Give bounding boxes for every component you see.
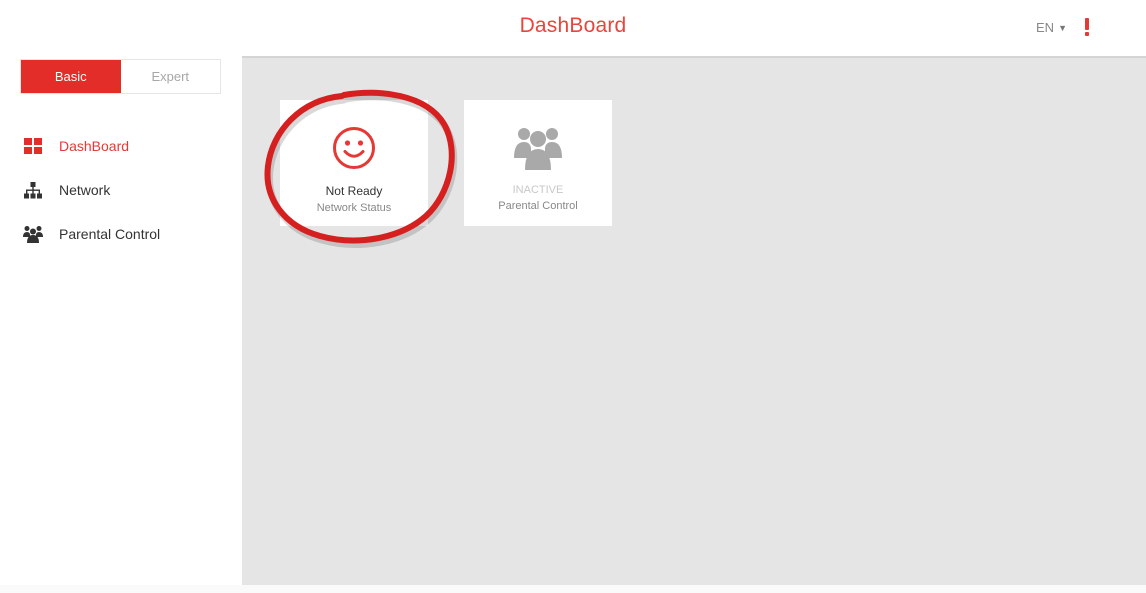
parental-control-icon [22, 224, 44, 244]
network-status-caption: Network Status [317, 202, 392, 214]
sidebar-item-parental-control[interactable]: Parental Control [0, 212, 242, 256]
parental-control-tile[interactable]: INACTIVE Parental Control [464, 100, 612, 226]
network-icon [22, 180, 44, 200]
sidebar-item-label: DashBoard [59, 138, 129, 154]
network-status-tile[interactable]: Not Ready Network Status [280, 100, 428, 226]
main-content: Not Ready Network Status INACTIVE Parent… [242, 56, 1146, 593]
sidebar-item-label: Network [59, 182, 110, 198]
parental-control-caption: Parental Control [498, 200, 578, 212]
sidebar-item-dashboard[interactable]: DashBoard [0, 124, 242, 168]
expert-mode-button[interactable]: Expert [121, 60, 221, 93]
parental-control-status: INACTIVE [513, 184, 564, 196]
top-header: DashBoard EN ▼ [0, 0, 1146, 56]
sidebar-item-network[interactable]: Network [0, 168, 242, 212]
language-selector[interactable]: EN ▼ [1036, 20, 1067, 35]
network-status-value: Not Ready [326, 184, 383, 198]
page-title: DashBoard [0, 14, 1146, 38]
smiley-icon [332, 124, 376, 172]
sidebar-item-label: Parental Control [59, 226, 160, 242]
sidebar-nav: DashBoard Network [0, 124, 242, 256]
group-users-icon [513, 124, 563, 172]
chevron-down-icon: ▼ [1058, 23, 1067, 33]
exclamation-icon[interactable] [1082, 18, 1092, 38]
mode-toggle: Basic Expert [20, 59, 221, 94]
sidebar: Basic Expert DashBoard [0, 56, 242, 593]
basic-mode-button[interactable]: Basic [21, 60, 121, 93]
dashboard-grid-icon [22, 136, 44, 156]
bottom-edge [0, 585, 1146, 593]
language-label: EN [1036, 20, 1054, 35]
